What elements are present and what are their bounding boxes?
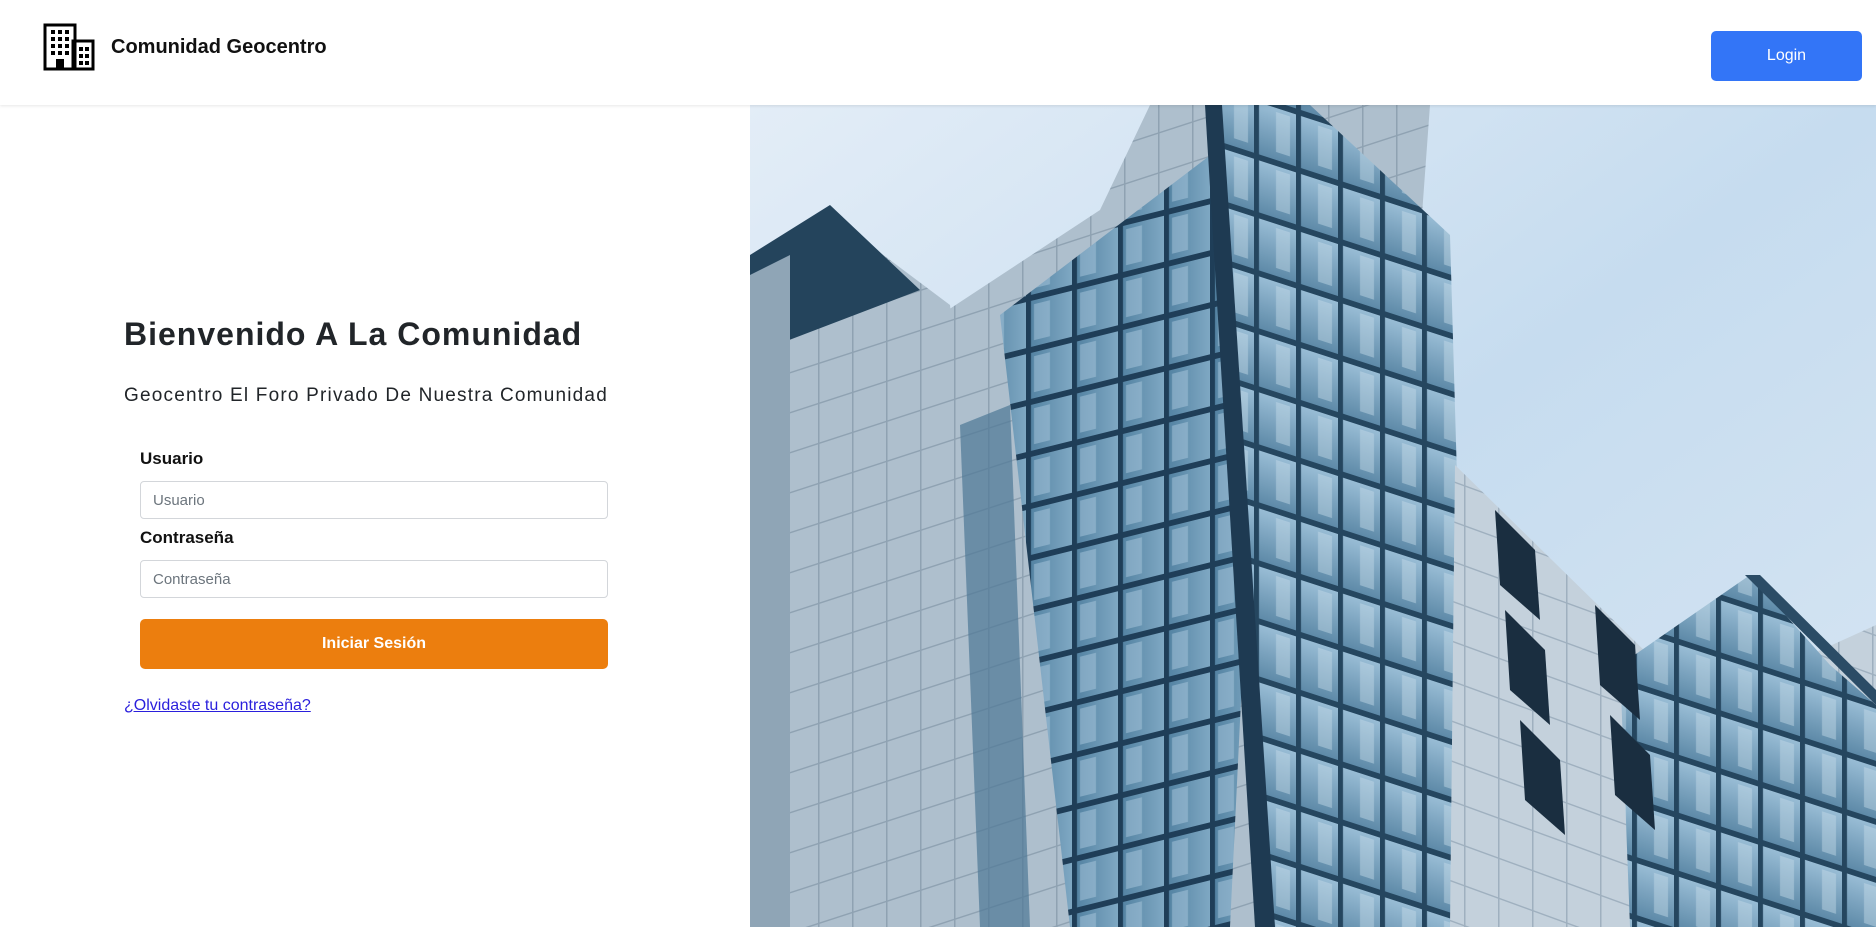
- page-title: Bienvenido A La Comunidad: [124, 316, 583, 352]
- building-illustration: [750, 105, 1876, 927]
- password-input[interactable]: [140, 560, 608, 598]
- username-label: Usuario: [140, 449, 204, 468]
- brand-name: Comunidad Geocentro: [111, 35, 327, 58]
- password-label: Contraseña: [140, 528, 234, 547]
- username-input[interactable]: [140, 481, 608, 519]
- brand-link[interactable]: Comunidad Geocentro: [43, 23, 327, 71]
- login-button[interactable]: Login: [1711, 31, 1862, 81]
- forgot-password-link[interactable]: ¿Olvidaste tu contraseña?: [124, 697, 311, 715]
- page-subtitle: Geocentro El Foro Privado De Nuestra Com…: [124, 385, 608, 406]
- login-panel: Bienvenido A La Comunidad Geocentro El F…: [0, 105, 750, 927]
- building-photo: [750, 105, 1876, 927]
- top-navbar: Comunidad Geocentro Login: [0, 0, 1876, 105]
- building-icon: [43, 23, 95, 71]
- sign-in-button[interactable]: Iniciar Sesión: [140, 619, 608, 669]
